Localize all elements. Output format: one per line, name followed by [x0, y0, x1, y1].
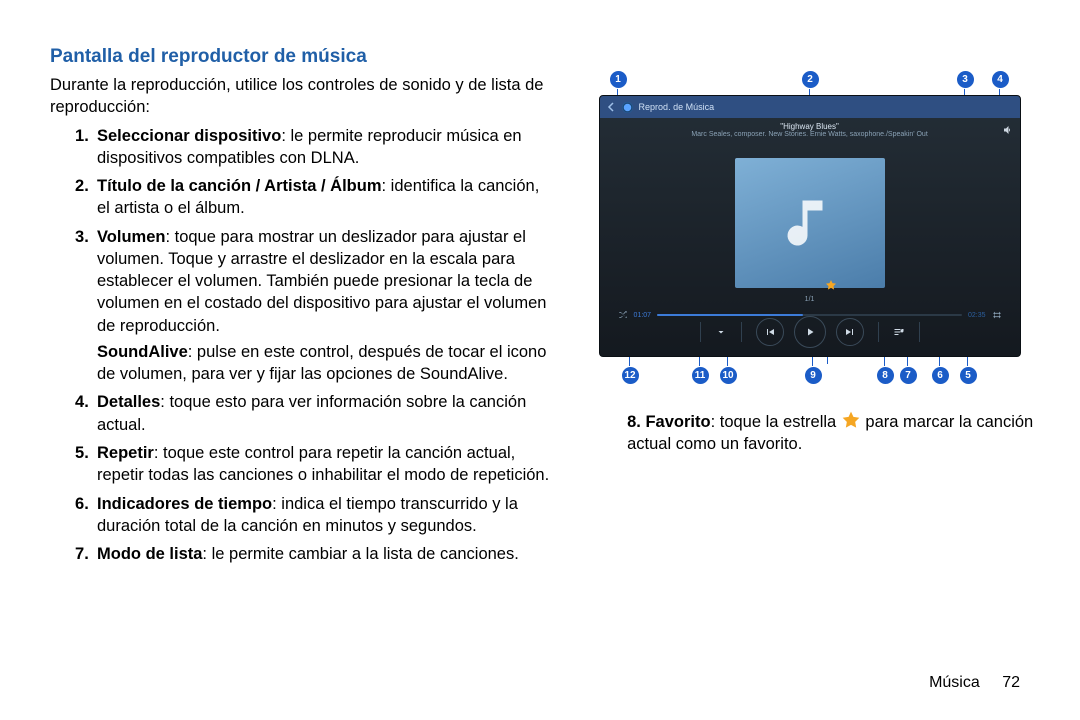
list-item: Detalles: toque esto para ver informació… — [75, 391, 552, 436]
section-title: Pantalla del reproductor de música — [50, 46, 552, 68]
intro-text: Durante la reproducción, utilice los con… — [50, 74, 552, 119]
sub-paragraph: SoundAlive: pulse en este control, despu… — [97, 341, 552, 386]
numbered-list: Seleccionar dispositivo: le permite repr… — [50, 125, 552, 566]
prev-button[interactable] — [756, 318, 784, 346]
details-chevron-icon[interactable] — [715, 326, 727, 338]
favorite-star-icon[interactable] — [825, 279, 837, 291]
footer-page: 72 — [1002, 674, 1020, 691]
callout-1: 1 — [609, 70, 628, 89]
right-column: 1 2 3 4 12 11 10 9 8 7 6 5 — [582, 40, 1035, 456]
play-button[interactable] — [794, 316, 826, 348]
list-item: Repetir: toque este control para repetir… — [75, 442, 552, 487]
device-select-icon[interactable] — [622, 102, 633, 113]
callout-4: 4 — [991, 70, 1010, 89]
playback-controls — [600, 316, 1020, 348]
next-button[interactable] — [836, 318, 864, 346]
left-column: Pantalla del reproductor de música Duran… — [50, 40, 552, 571]
callout-3: 3 — [956, 70, 975, 89]
callout-5: 5 — [959, 366, 978, 385]
player-header: Reprod. de Música — [639, 102, 715, 112]
list-item: Volumen: toque para mostrar un deslizado… — [75, 226, 552, 386]
callout-6: 6 — [931, 366, 950, 385]
callout-12: 12 — [621, 366, 640, 385]
callout-8: 8 — [876, 366, 895, 385]
player-topbar: Reprod. de Música — [600, 96, 1020, 118]
volume-icon[interactable] — [1002, 124, 1014, 136]
list-item: Título de la canción / Artista / Álbum: … — [75, 175, 552, 220]
list-item: Indicadores de tiempo: indica el tiempo … — [75, 493, 552, 538]
music-note-icon — [780, 193, 840, 253]
item-8: 8. Favorito: toque la estrella para marc… — [582, 410, 1035, 456]
page-count: 1/1 — [600, 296, 1020, 303]
callout-10: 10 — [719, 366, 738, 385]
player-figure: 1 2 3 4 12 11 10 9 8 7 6 5 — [599, 70, 1019, 385]
page-footer: Música 72 — [929, 674, 1020, 692]
list-mode-icon[interactable] — [893, 326, 905, 338]
list-item: Seleccionar dispositivo: le permite repr… — [75, 125, 552, 170]
list-item: Modo de lista: le permite cambiar a la l… — [75, 543, 552, 565]
song-title: "Highway Blues" — [620, 122, 1000, 131]
star-icon — [841, 410, 861, 430]
song-title-block: "Highway Blues" Marc Seales, composer. N… — [600, 118, 1020, 142]
song-meta: Marc Seales, composer. New Stories. Erni… — [620, 131, 1000, 138]
callout-11: 11 — [691, 366, 710, 385]
callout-9: 9 — [804, 366, 823, 385]
music-player-screenshot: Reprod. de Música "Highway Blues" Marc S… — [599, 95, 1021, 357]
callout-7: 7 — [899, 366, 918, 385]
back-icon[interactable] — [606, 102, 616, 112]
album-art[interactable] — [735, 158, 885, 288]
callout-2: 2 — [801, 70, 820, 89]
footer-section: Música — [929, 674, 980, 691]
